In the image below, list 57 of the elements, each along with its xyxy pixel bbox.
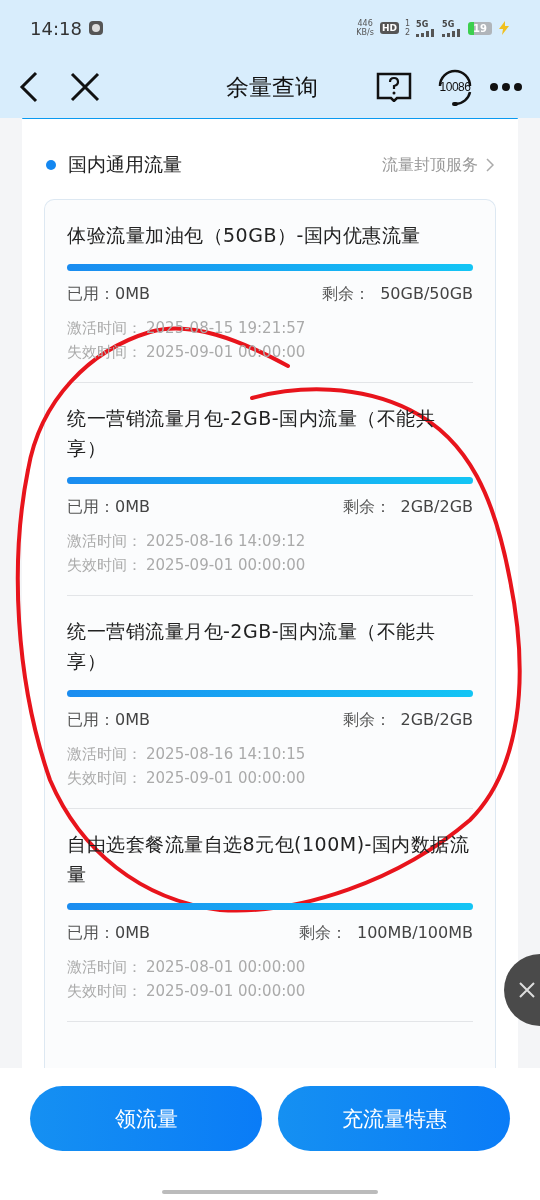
remain-label: 剩余：	[322, 283, 371, 305]
used-value: 0MB	[115, 709, 150, 731]
cap-service-link[interactable]: 流量封顶服务	[382, 154, 494, 176]
expiry-time: 2025-09-01 00:00:00	[146, 555, 306, 576]
more-icon[interactable]	[490, 83, 522, 91]
remain-value: 2GB/2GB	[400, 709, 473, 731]
hd-badge: HD	[379, 22, 399, 34]
expiry-time: 2025-09-01 00:00:00	[146, 981, 306, 1002]
signal-icon	[416, 28, 437, 37]
sim-slot: 1	[405, 19, 411, 28]
chevron-right-icon	[486, 158, 494, 172]
used-label: 已用：	[67, 496, 115, 518]
network-type: 5G	[416, 19, 430, 29]
activation-time: 2025-08-16 14:09:12	[146, 531, 306, 552]
remain-value: 2GB/2GB	[400, 496, 473, 518]
back-button[interactable]	[18, 71, 40, 103]
network-type: 5G	[442, 19, 456, 29]
activation-label: 激活时间：	[67, 531, 142, 552]
expiry-label: 失效时间：	[67, 981, 142, 1002]
activation-label: 激活时间：	[67, 957, 142, 978]
used-label: 已用：	[67, 283, 115, 305]
help-icon[interactable]	[376, 72, 412, 102]
speed-unit: KB/s	[356, 28, 374, 37]
expiry-label: 失效时间：	[67, 555, 142, 576]
customer-service-button[interactable]: 10086	[434, 66, 476, 108]
activation-time: 2025-08-16 14:10:15	[146, 744, 306, 765]
remain-value: 100MB/100MB	[356, 922, 473, 944]
close-icon	[518, 981, 536, 999]
section-dot	[46, 160, 56, 170]
remain-label: 剩余：	[298, 922, 347, 944]
remain-label: 剩余：	[342, 496, 391, 518]
signal-icon	[442, 28, 463, 37]
package-title: 统一营销流量月包-2GB-国内流量（不能共享）	[67, 619, 437, 674]
expiry-time: 2025-09-01 00:00:00	[146, 768, 306, 789]
section-title: 国内通用流量	[68, 152, 182, 177]
remain-label: 剩余：	[342, 709, 391, 731]
activation-label: 激活时间：	[67, 744, 142, 765]
status-time: 14:18	[30, 17, 82, 39]
expiry-label: 失效时间：	[67, 342, 142, 363]
package-title: 体验流量加油包（50GB）-国内优惠流量	[67, 223, 422, 248]
action-button[interactable]: 领流量	[30, 1086, 262, 1151]
used-value: 0MB	[115, 922, 150, 944]
sim-slot: 2	[405, 28, 411, 37]
activation-label: 激活时间：	[67, 318, 142, 339]
battery-level: 19	[468, 21, 492, 35]
remain-value: 50GB/50GB	[380, 283, 473, 305]
page-title: 余量查询	[226, 72, 318, 102]
expiry-label: 失效时间：	[67, 768, 142, 789]
activation-time: 2025-08-01 00:00:00	[146, 957, 306, 978]
charging-icon	[498, 21, 510, 35]
used-label: 已用：	[67, 922, 115, 944]
close-button[interactable]	[70, 72, 100, 102]
used-label: 已用：	[67, 709, 115, 731]
used-value: 0MB	[115, 283, 150, 305]
action-button[interactable]: 充流量特惠	[278, 1086, 510, 1151]
used-value: 0MB	[115, 496, 150, 518]
network-speed: 446	[357, 19, 373, 28]
